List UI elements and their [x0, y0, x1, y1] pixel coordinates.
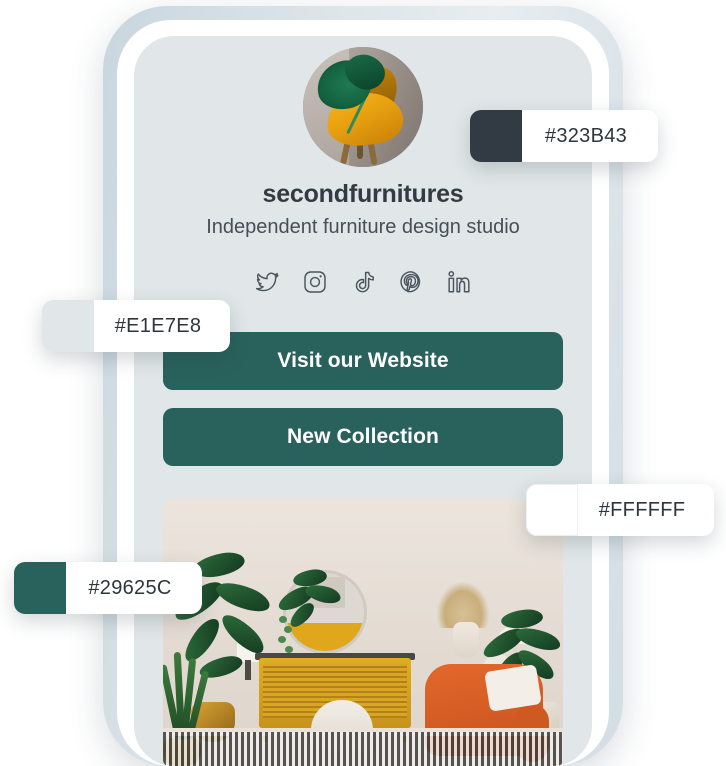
swatch-color-green	[14, 562, 66, 614]
swatch-hex-white: #FFFFFF	[598, 498, 686, 521]
pinterest-icon	[400, 271, 421, 293]
interior-photo[interactable]	[163, 499, 563, 766]
swatch-chip-green[interactable]: #29625C	[14, 562, 202, 614]
social-link-tiktok[interactable]	[350, 269, 376, 295]
social-link-linkedin[interactable]	[446, 269, 472, 295]
social-link-instagram[interactable]	[302, 269, 328, 295]
patterned-rug	[163, 732, 563, 766]
swatch-chip-light[interactable]: #E1E7E8	[42, 300, 230, 352]
social-link-pinterest[interactable]	[398, 269, 424, 295]
profile-name: secondfurnitures	[262, 180, 464, 208]
instagram-icon	[304, 271, 326, 293]
swatch-color-dark	[470, 110, 522, 162]
throw-pillow	[484, 664, 542, 712]
swatch-chip-dark[interactable]: #323B43	[470, 110, 658, 162]
swatch-hex-green: #29625C	[88, 576, 172, 599]
tiktok-icon	[355, 271, 374, 293]
swatch-color-light	[42, 300, 94, 352]
avatar	[303, 47, 423, 167]
swatch-hex-light: #E1E7E8	[114, 314, 202, 337]
twitter-icon	[255, 272, 279, 292]
canvas: secondfurnitures Independent furniture d…	[0, 0, 726, 766]
new-collection-button[interactable]: New Collection	[163, 408, 563, 466]
social-links	[134, 269, 592, 295]
swatch-chip-white[interactable]: #FFFFFF	[526, 484, 714, 536]
swatch-color-white	[526, 484, 578, 536]
profile-bio: Independent furniture design studio	[206, 216, 520, 238]
social-link-twitter[interactable]	[254, 269, 280, 295]
swatch-hex-dark: #323B43	[544, 124, 628, 147]
linkedin-icon	[448, 270, 470, 293]
